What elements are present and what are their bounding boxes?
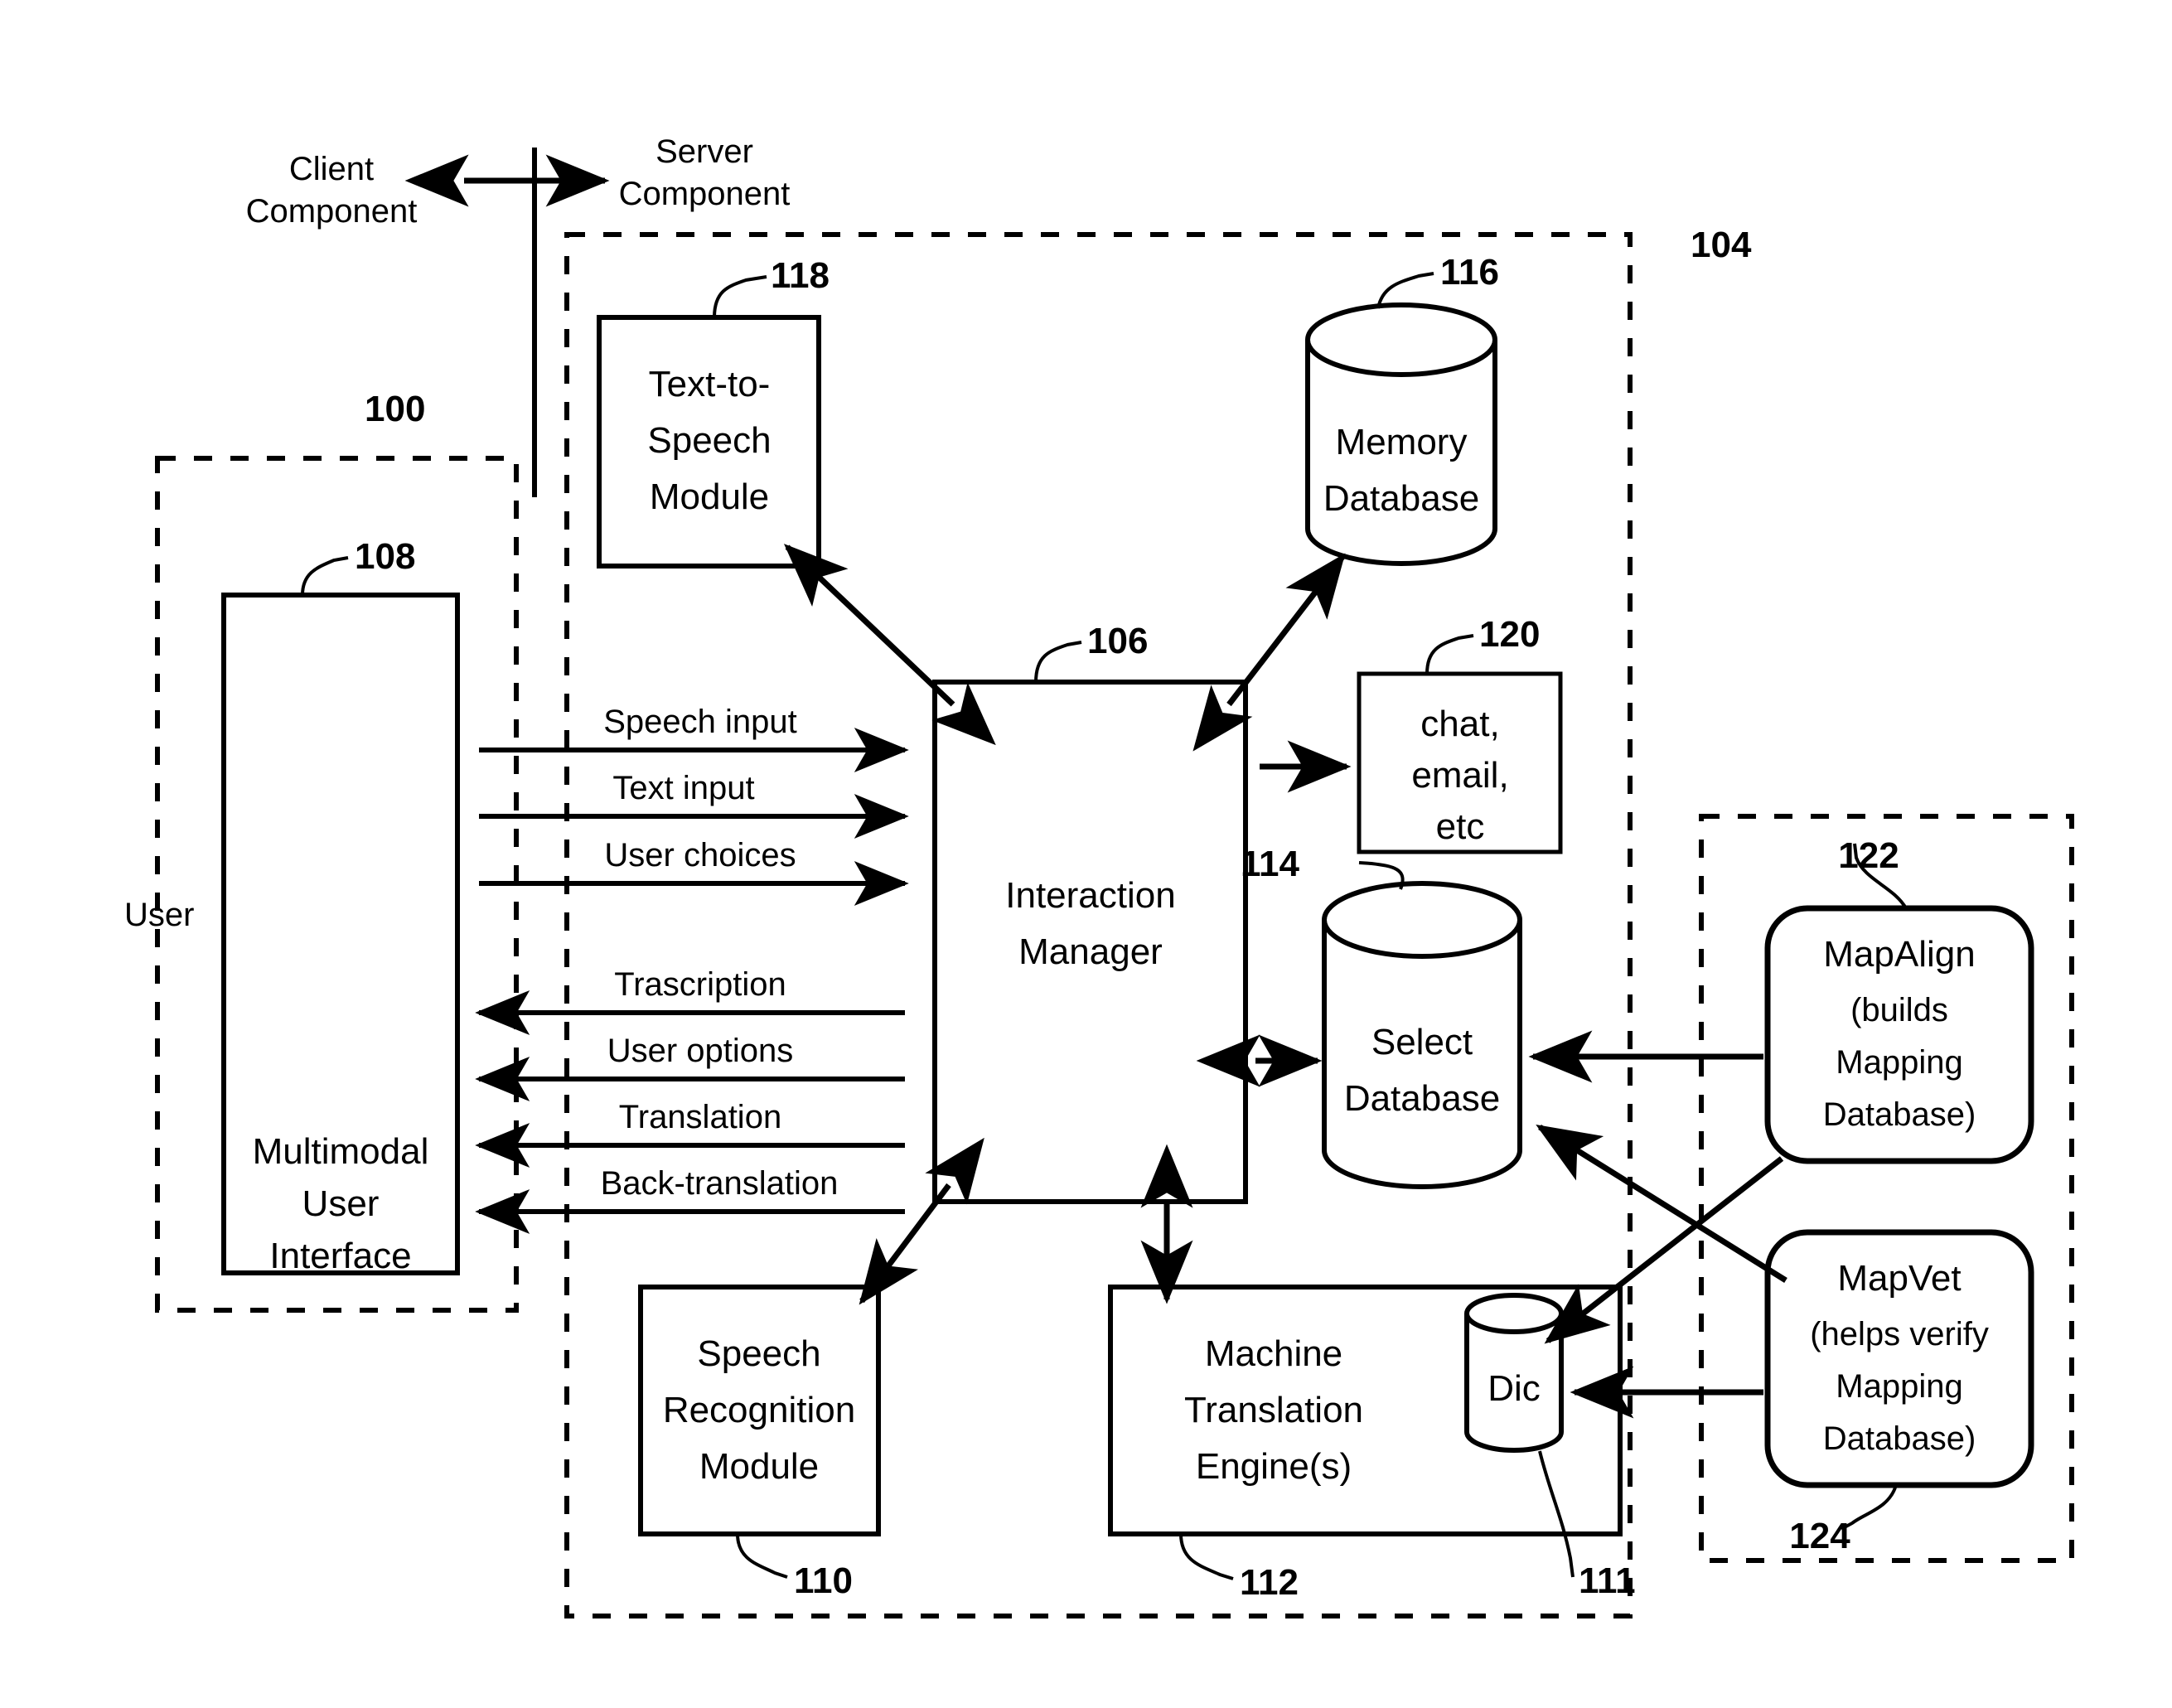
flow-label-trascription: Trascription [614, 966, 786, 1003]
speech-recognition-line-3: Module [699, 1446, 819, 1487]
text-to-speech-line-2: Speech [647, 420, 771, 461]
refnum-118: 118 [771, 255, 830, 296]
server-component-label-line1: Server [655, 133, 753, 170]
leader-111 [1538, 1450, 1575, 1578]
flow-label-speech-input: Speech input [603, 704, 797, 740]
diagram-svg: Client Component Server Component User 1… [124, 133, 2074, 1618]
leader-106 [1034, 641, 1082, 683]
leader-120 [1425, 634, 1474, 675]
memory-database-line-2: Database [1323, 478, 1479, 519]
text-to-speech-line-3: Module [650, 477, 769, 517]
select-database-top [1322, 881, 1522, 959]
refnum-108: 108 [355, 536, 415, 577]
refnum-104: 104 [1691, 225, 1752, 265]
mapalign-line-3: Mapping [1836, 1044, 1962, 1081]
mapvet-line-4: Database) [1823, 1420, 1976, 1457]
machine-translation-line-3: Engine(s) [1196, 1446, 1352, 1487]
refnum-110: 110 [794, 1560, 853, 1601]
machine-translation-line-1: Machine [1205, 1333, 1342, 1374]
flow-label-back-translation: Back-translation [601, 1165, 839, 1202]
mapvet-line-1: MapVet [1837, 1258, 1961, 1299]
refnum-124: 124 [1789, 1516, 1850, 1556]
mapalign-line-1: MapAlign [1823, 934, 1975, 975]
leader-108 [301, 556, 349, 596]
multimodal-ui-line-3: Interface [269, 1236, 411, 1276]
arrow-im-to-memory-db [1192, 553, 1346, 752]
leader-112 [1179, 1533, 1234, 1580]
memory-database-line-1: Memory [1336, 422, 1468, 462]
mapvet-line-2: (helps verify [1810, 1316, 1989, 1352]
chat-email-line-1: chat, [1420, 704, 1499, 744]
mapalign-line-2: (builds [1850, 992, 1948, 1028]
speech-recognition-line-2: Recognition [663, 1390, 855, 1430]
patent-figure-canvas: Client Component Server Component User 1… [0, 0, 2172, 1708]
dictionary-label: Dic [1488, 1368, 1541, 1409]
dictionary-top [1464, 1293, 1564, 1334]
refnum-116: 116 [1440, 252, 1499, 293]
flow-label-translation: Translation [619, 1099, 781, 1135]
interaction-manager-line-1: Interaction [1005, 875, 1175, 916]
refnum-112: 112 [1240, 1562, 1299, 1603]
leader-118 [713, 275, 767, 318]
refnum-111: 111 [1579, 1560, 1636, 1601]
flow-label-user-choices: User choices [604, 837, 796, 873]
refnum-100: 100 [365, 389, 425, 429]
text-to-speech-line-1: Text-to- [649, 364, 771, 404]
refnum-114: 114 [1241, 844, 1300, 884]
leader-110 [736, 1533, 788, 1579]
chat-email-line-3: etc [1436, 806, 1485, 847]
flow-label-text-input: Text input [612, 770, 754, 806]
interaction-manager-line-2: Manager [1018, 931, 1163, 972]
multimodal-ui-line-1: Multimodal [253, 1131, 429, 1172]
chat-email-line-2: email, [1411, 755, 1508, 796]
refnum-120: 120 [1479, 614, 1540, 655]
mapvet-line-3: Mapping [1836, 1368, 1962, 1405]
multimodal-ui-line-2: User [302, 1183, 380, 1224]
refnum-122: 122 [1838, 835, 1899, 876]
arrow-im-to-tts [783, 544, 996, 746]
mapalign-line-4: Database) [1823, 1096, 1976, 1133]
server-component-label-line2: Component [619, 176, 791, 212]
select-database-line-1: Select [1371, 1022, 1473, 1062]
arrow-im-to-speech-recognition [859, 1137, 984, 1305]
memory-database-top [1305, 302, 1497, 377]
arrow-mapvet-to-select-db [1536, 1125, 1787, 1283]
client-component-label-line1: Client [289, 151, 374, 187]
refnum-106: 106 [1087, 621, 1148, 661]
arrow-mapalign-to-dictionary [1544, 1156, 1784, 1344]
client-component-boundary [155, 456, 519, 1313]
user-label: User [124, 897, 194, 933]
flow-label-user-options: User options [607, 1033, 794, 1069]
select-database-line-2: Database [1344, 1078, 1500, 1119]
speech-recognition-line-1: Speech [697, 1333, 820, 1374]
client-component-label-line2: Component [246, 193, 418, 230]
machine-translation-line-2: Translation [1184, 1390, 1363, 1430]
